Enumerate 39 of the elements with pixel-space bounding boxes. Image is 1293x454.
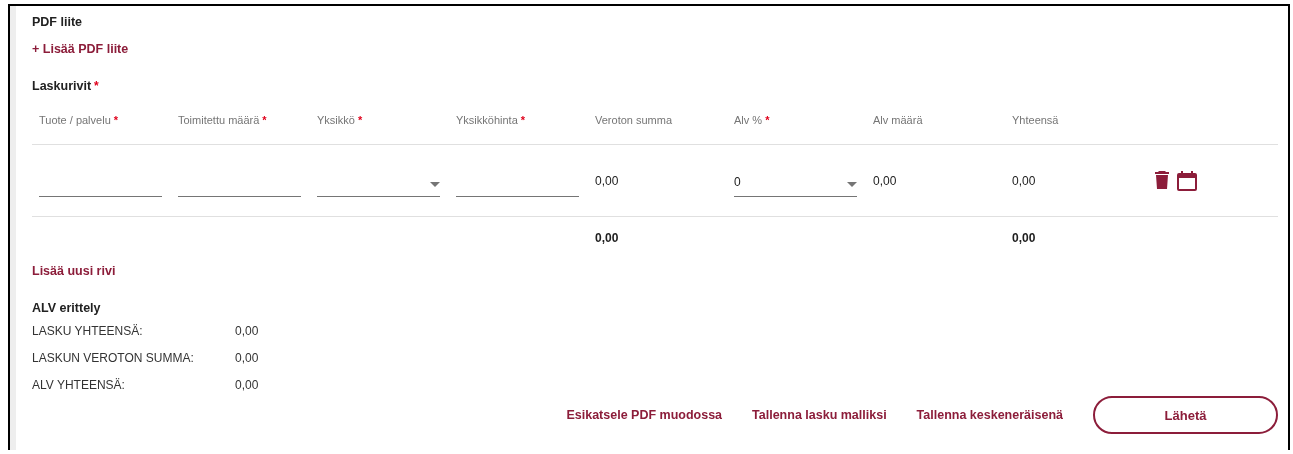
send-button[interactable]: Lähetä bbox=[1093, 396, 1278, 434]
section-title: PDF liite bbox=[32, 15, 82, 29]
column-header: Alv määrä bbox=[873, 114, 923, 126]
required-mark: * bbox=[262, 114, 267, 126]
column-header: Alv % bbox=[734, 114, 763, 126]
required-mark: * bbox=[357, 114, 363, 126]
summary-value: 0,00 bbox=[235, 323, 260, 338]
section-title: ALV erittely bbox=[32, 301, 101, 315]
add-row-link[interactable]: Lisää uusi rivi bbox=[32, 264, 116, 278]
required-mark: * bbox=[94, 79, 99, 93]
total-text: 0,00 bbox=[595, 231, 619, 245]
dropdown-field[interactable]: 0 bbox=[734, 174, 857, 197]
action-link[interactable]: Tallenna lasku malliksi bbox=[752, 408, 887, 422]
column-header: Yksikköhinta bbox=[456, 114, 518, 126]
amount-text: 0,00 bbox=[1012, 173, 1036, 188]
column-header: Veroton summa bbox=[595, 114, 673, 126]
required-mark: * bbox=[113, 114, 119, 126]
amount-text: 0,00 bbox=[595, 173, 619, 188]
trash-icon[interactable] bbox=[1155, 170, 1169, 189]
column-header: Toimitettu määrä bbox=[178, 114, 260, 126]
amount-text: 0,00 bbox=[873, 173, 897, 188]
required-mark: * bbox=[520, 114, 526, 126]
summary-label: LASKUN VEROTON SUMMA: bbox=[32, 350, 195, 365]
column-header: Tuote / palvelu bbox=[39, 114, 111, 126]
total-text: 0,00 bbox=[1012, 231, 1036, 245]
action-link[interactable]: Esikatsele PDF muodossa bbox=[566, 408, 723, 422]
action-link[interactable]: Tallenna keskeneräisenä bbox=[916, 408, 1063, 422]
section-title: Laskurivit bbox=[32, 79, 92, 93]
summary-label: LASKU YHTEENSÄ: bbox=[32, 323, 144, 338]
summary-value: 0,00 bbox=[235, 377, 260, 392]
column-header: Yksikkö bbox=[317, 114, 355, 126]
caret-icon bbox=[847, 181, 857, 187]
add-pdf-link[interactable]: + Lisää PDF liite bbox=[32, 42, 129, 56]
calendar-icon[interactable] bbox=[1177, 170, 1197, 191]
column-header: Yhteensä bbox=[1012, 114, 1059, 126]
summary-value: 0,00 bbox=[235, 350, 260, 365]
required-mark: * bbox=[765, 114, 770, 126]
caret-icon bbox=[430, 181, 440, 187]
summary-label: ALV YHTEENSÄ: bbox=[32, 377, 126, 392]
